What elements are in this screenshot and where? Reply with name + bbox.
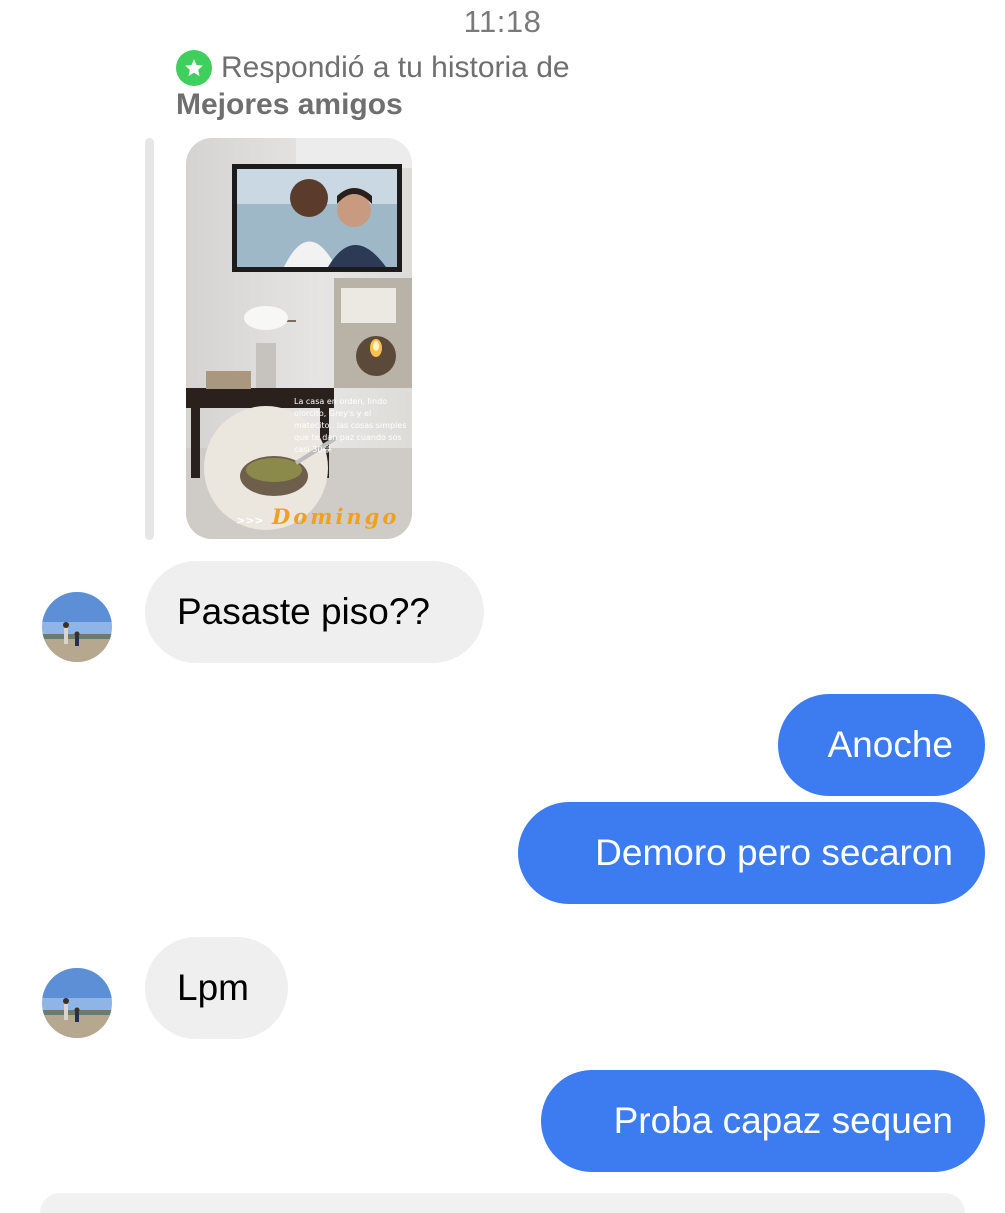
contact-avatar[interactable]	[42, 968, 112, 1038]
message-text: Anoche	[827, 724, 954, 765]
reply-quote-bar	[145, 138, 154, 540]
message-text: Pasaste piso??	[177, 591, 431, 632]
message-timestamp: 11:18	[463, 4, 542, 39]
message-bubble-outgoing[interactable]: Demoro pero secaron	[518, 802, 985, 904]
story-arrows: >>>	[236, 514, 264, 527]
message-bubble-incoming[interactable]: Pasaste piso??	[145, 561, 484, 663]
story-reply-label: Respondió a tu historia de	[221, 51, 570, 84]
message-bubble-outgoing[interactable]: Anoche	[778, 694, 985, 796]
avatar-photo	[42, 968, 112, 1038]
star-icon	[176, 50, 212, 86]
message-bubble-incoming[interactable]: Lpm	[145, 937, 288, 1039]
message-bubble-outgoing[interactable]: Proba capaz sequen	[541, 1070, 985, 1172]
avatar-photo	[42, 592, 112, 662]
message-text: Demoro pero secaron	[595, 832, 953, 873]
story-day-label: Domingo	[272, 504, 400, 529]
story-reply-header: Respondió a tu historia de Mejores amigo…	[176, 50, 570, 122]
story-photo	[186, 138, 412, 539]
story-audience-label: Mejores amigos	[176, 88, 403, 121]
story-thumbnail[interactable]: La casa en orden, lindo olorcito, Grey's…	[186, 138, 412, 539]
message-text: Proba capaz sequen	[613, 1100, 953, 1141]
contact-avatar[interactable]	[42, 592, 112, 662]
message-text: Lpm	[177, 967, 249, 1008]
story-caption: La casa en orden, lindo olorcito, Grey's…	[294, 397, 407, 454]
message-composer-edge[interactable]	[40, 1193, 965, 1213]
